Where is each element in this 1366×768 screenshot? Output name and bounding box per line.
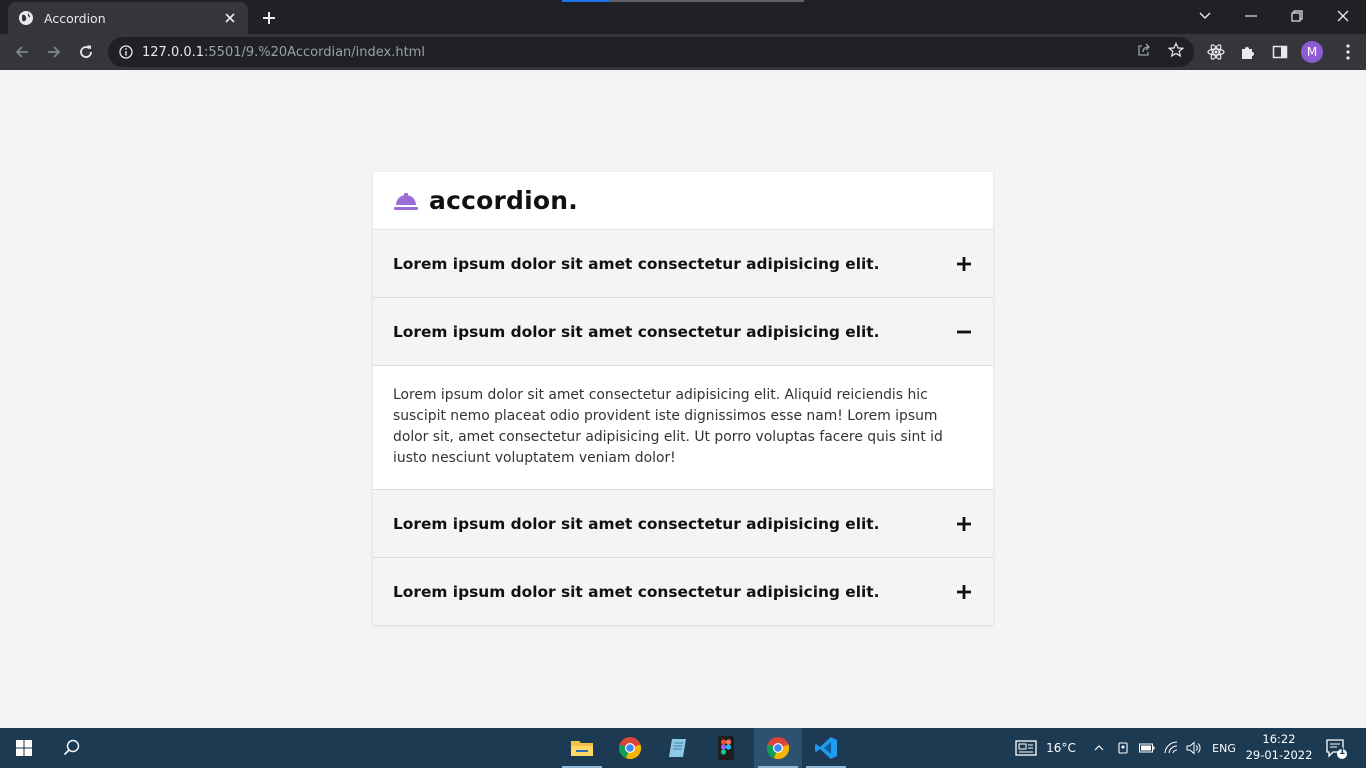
question-text: Lorem ipsum dolor sit amet consectetur a… (393, 322, 880, 341)
minus-icon[interactable] (955, 323, 973, 341)
restore-icon[interactable] (1274, 0, 1320, 32)
figma-icon[interactable] (702, 728, 750, 768)
accordion-header: accordion. (373, 172, 993, 230)
weather-temperature: 16°C (1046, 741, 1076, 755)
site-info-icon[interactable] (118, 44, 134, 60)
plus-icon[interactable] (955, 583, 973, 601)
accordion-title: accordion. (429, 186, 578, 215)
menu-kebab-icon[interactable] (1339, 43, 1357, 61)
clock-date: 29-01-2022 (1245, 748, 1313, 762)
accordion-item: Lorem ipsum dolor sit amet consectetur a… (373, 230, 993, 298)
notepad-app-icon[interactable] (654, 728, 702, 768)
system-clock[interactable]: 16:22 29-01-2022 (1244, 731, 1314, 763)
accordion-item: Lorem ipsum dolor sit amet consectetur a… (373, 558, 993, 625)
meet-now-icon[interactable] (1113, 728, 1133, 768)
vscode-icon[interactable] (802, 728, 850, 768)
bookmark-star-icon[interactable] (1167, 41, 1185, 59)
question-text: Lorem ipsum dolor sit amet consectetur a… (393, 514, 880, 533)
plus-icon[interactable] (955, 255, 973, 273)
chrome-icon[interactable] (606, 728, 654, 768)
news-widget-icon[interactable] (1012, 728, 1040, 768)
minimize-icon[interactable] (1228, 0, 1274, 32)
share-icon[interactable] (1135, 41, 1153, 59)
accordion-item: Lorem ipsum dolor sit amet consectetur a… (373, 490, 993, 558)
url-path: :5501/9.%20Accordian/index.html (204, 44, 425, 60)
notification-count: 1 (1339, 747, 1346, 757)
browser-tab-bar: Accordion (0, 0, 1366, 34)
browser-toolbar: 127.0.0.1:5501/9.%20Accordian/index.html… (0, 34, 1366, 70)
side-panel-icon[interactable] (1271, 43, 1289, 61)
wifi-icon[interactable] (1162, 728, 1182, 768)
question-text: Lorem ipsum dolor sit amet consectetur a… (393, 582, 880, 601)
windows-start-icon[interactable] (0, 728, 48, 768)
accordion-question[interactable]: Lorem ipsum dolor sit amet consectetur a… (373, 490, 993, 557)
profile-avatar[interactable]: M (1301, 41, 1323, 63)
forward-icon[interactable] (42, 40, 66, 64)
accordion-question[interactable]: Lorem ipsum dolor sit amet consectetur a… (373, 298, 993, 365)
language-label: ENG (1212, 741, 1236, 755)
extensions-icon[interactable] (1239, 43, 1257, 61)
globe-icon (18, 10, 34, 26)
show-hidden-icons-icon[interactable] (1090, 728, 1108, 768)
url-text: 127.0.0.1:5501/9.%20Accordian/index.html (142, 45, 425, 60)
chrome-active-icon[interactable] (754, 728, 802, 768)
accordion-question[interactable]: Lorem ipsum dolor sit amet consectetur a… (373, 558, 993, 625)
clock-time: 16:22 (1262, 732, 1296, 746)
input-language[interactable]: ENG (1208, 728, 1240, 768)
notifications-icon[interactable]: 1 (1318, 728, 1354, 768)
tab-title: Accordion (44, 10, 106, 26)
weather-widget[interactable]: 16°C (1044, 728, 1078, 768)
tab-search-icon[interactable] (1182, 0, 1228, 32)
new-tab-icon[interactable] (258, 7, 280, 29)
battery-icon[interactable] (1137, 728, 1157, 768)
close-tab-icon[interactable] (222, 10, 238, 26)
back-icon[interactable] (10, 40, 34, 64)
address-bar[interactable]: 127.0.0.1:5501/9.%20Accordian/index.html (108, 37, 1194, 67)
loading-bar (562, 0, 804, 2)
close-window-icon[interactable] (1320, 0, 1366, 32)
volume-icon[interactable] (1184, 728, 1204, 768)
accordion-card: accordion. Lorem ipsum dolor sit amet co… (373, 172, 993, 625)
windows-taskbar: 16°C ENG 16:22 29-01-2022 1 (0, 728, 1366, 768)
reload-icon[interactable] (74, 40, 98, 64)
accordion-question[interactable]: Lorem ipsum dolor sit amet consectetur a… (373, 230, 993, 297)
question-text: Lorem ipsum dolor sit amet consectetur a… (393, 254, 880, 273)
search-icon[interactable] (48, 728, 96, 768)
url-host: 127.0.0.1 (142, 44, 205, 60)
plus-icon[interactable] (955, 515, 973, 533)
hard-hat-icon (394, 192, 418, 210)
react-devtools-icon[interactable] (1207, 43, 1225, 61)
accordion-item: Lorem ipsum dolor sit amet consectetur a… (373, 298, 993, 490)
browser-tab[interactable]: Accordion (8, 2, 248, 34)
accordion-answer: Lorem ipsum dolor sit amet consectetur a… (373, 365, 993, 489)
file-explorer-icon[interactable] (558, 728, 606, 768)
